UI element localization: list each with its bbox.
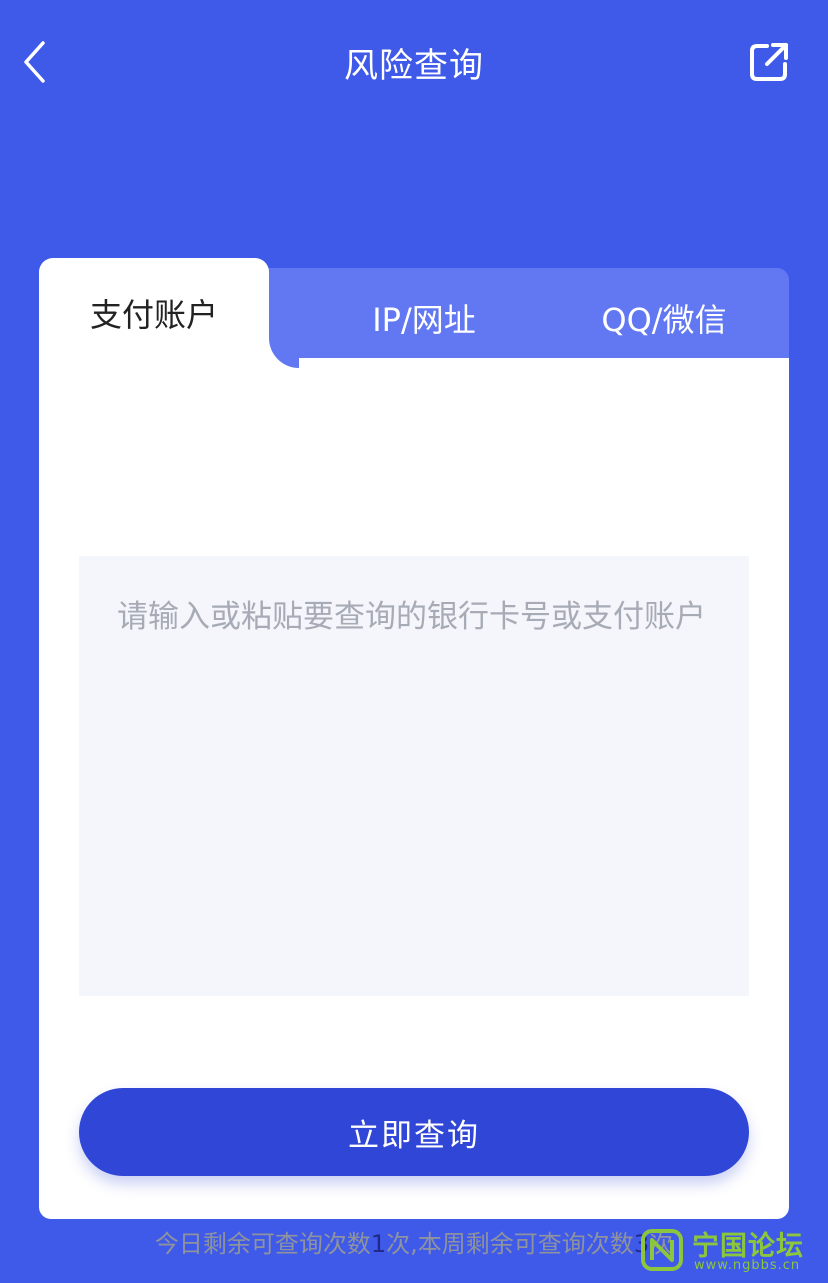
quota-week-label: 次,本周剩余可查询次数: [386, 1230, 634, 1258]
tab-ip-url[interactable]: IP/网址: [309, 268, 539, 368]
share-button[interactable]: [745, 38, 793, 86]
tab-payment-account[interactable]: 支付账户: [39, 258, 269, 368]
watermark: 宁国论坛 www.ngbbs.cn: [638, 1220, 828, 1280]
query-button[interactable]: 立即查询: [79, 1088, 749, 1176]
forum-logo-icon: [641, 1229, 683, 1271]
tab-qq-wechat[interactable]: QQ/微信: [549, 268, 779, 368]
external-link-icon: [750, 43, 788, 81]
card-body: 立即查询 今日剩余可查询次数1次,本周剩余可查询次数3次: [39, 358, 789, 1258]
tab-active-curve: [269, 338, 299, 368]
query-card: 立即查询 今日剩余可查询次数1次,本周剩余可查询次数3次 支付账户 IP/网址 …: [39, 258, 789, 1258]
account-search-input[interactable]: [79, 556, 749, 996]
page-title: 风险查询: [344, 46, 484, 86]
watermark-domain: www.ngbbs.cn: [694, 1258, 801, 1273]
nav-bar: 风险查询: [0, 0, 828, 130]
quota-today-count: 1: [370, 1230, 387, 1258]
quota-today-label: 今日剩余可查询次数: [154, 1230, 371, 1258]
